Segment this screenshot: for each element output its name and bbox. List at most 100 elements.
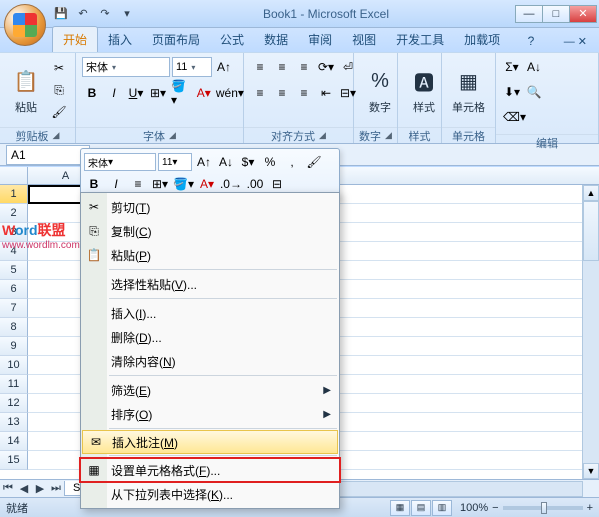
next-sheet-icon[interactable]: ▶ (32, 481, 48, 497)
font-size-combo[interactable]: 11▾ (172, 57, 212, 77)
mini-bold-icon[interactable]: B (84, 174, 104, 194)
tab-insert[interactable]: 插入 (98, 27, 142, 52)
bold-button[interactable]: B (82, 83, 102, 103)
mini-size-combo[interactable]: 11 ▾ (158, 153, 192, 171)
align-top-icon[interactable]: ≡ (250, 57, 270, 77)
font-name-combo[interactable]: 宋体▾ (82, 57, 170, 77)
zoom-thumb[interactable] (541, 502, 547, 514)
underline-button[interactable]: U▾ (126, 83, 146, 103)
menu-item[interactable]: 插入(I)... (81, 301, 339, 325)
first-sheet-icon[interactable]: ⏮ (0, 481, 16, 497)
tab-pagelayout[interactable]: 页面布局 (142, 27, 210, 52)
mini-decdec-icon[interactable]: .0→ (219, 174, 243, 194)
tab-developer[interactable]: 开发工具 (386, 27, 454, 52)
row-header[interactable]: 5 (0, 261, 28, 280)
mini-fontcolor-icon[interactable]: A▾ (197, 174, 217, 194)
styles-button[interactable]: 🅰样式 (404, 63, 444, 117)
row-header[interactable]: 15 (0, 451, 28, 470)
row-header[interactable]: 10 (0, 356, 28, 375)
help-icon[interactable]: ? (524, 30, 539, 52)
indent-dec-icon[interactable]: ⇤ (316, 83, 336, 103)
menu-item[interactable]: 筛选(E)▶ (81, 378, 339, 402)
zoom-in-icon[interactable]: + (587, 502, 593, 514)
tab-review[interactable]: 审阅 (298, 27, 342, 52)
save-icon[interactable]: 💾 (52, 5, 70, 23)
row-header[interactable]: 11 (0, 375, 28, 394)
mini-grow-icon[interactable]: A↑ (194, 152, 214, 172)
menu-item[interactable]: 清除内容(N) (81, 349, 339, 373)
italic-button[interactable]: I (104, 83, 124, 103)
phonetic-button[interactable]: wén▾ (216, 83, 244, 103)
menu-item[interactable]: 排序(O)▶ (81, 402, 339, 426)
undo-icon[interactable]: ↶ (74, 5, 92, 23)
mini-border-icon[interactable]: ⊞▾ (150, 174, 170, 194)
zoom-slider[interactable] (503, 506, 583, 510)
row-header[interactable]: 7 (0, 299, 28, 318)
select-all-corner[interactable] (0, 167, 28, 184)
menu-item[interactable]: 从下拉列表中选择(K)... (81, 482, 339, 506)
tab-formulas[interactable]: 公式 (210, 27, 254, 52)
fill-color-button[interactable]: 🪣▾ (170, 83, 192, 103)
cells-button[interactable]: ▦单元格 (448, 63, 489, 117)
menu-item[interactable]: 选择性粘贴(V)... (81, 272, 339, 296)
scroll-thumb[interactable] (583, 201, 599, 261)
minimize-button[interactable]: — (515, 5, 543, 23)
scroll-down-icon[interactable]: ▼ (583, 463, 599, 479)
qat-dropdown-icon[interactable]: ▾ (118, 5, 136, 23)
row-header[interactable]: 6 (0, 280, 28, 299)
sort-filter-icon[interactable]: A↓ (524, 57, 544, 77)
copy-icon[interactable]: ⎘ (49, 80, 69, 100)
font-dialog-icon[interactable]: ◢ (169, 130, 176, 141)
number-format-button[interactable]: %数字 (360, 63, 400, 117)
page-break-icon[interactable]: ▥ (432, 500, 452, 516)
menu-item[interactable]: 删除(D)... (81, 325, 339, 349)
name-box[interactable]: A1▾ (6, 145, 90, 165)
maximize-button[interactable]: □ (542, 5, 570, 23)
tab-view[interactable]: 视图 (342, 27, 386, 52)
menu-item[interactable]: ▦设置单元格格式(F)... (81, 458, 339, 482)
format-painter-icon[interactable]: 🖌 (49, 102, 69, 122)
mini-font-combo[interactable]: 宋体 ▾ (84, 153, 156, 171)
office-button[interactable] (4, 4, 46, 46)
mini-shrink-icon[interactable]: A↓ (216, 152, 236, 172)
orientation-icon[interactable]: ⟳▾ (316, 57, 336, 77)
ribbon-min-close[interactable]: — ✕ (560, 31, 591, 52)
row-header[interactable]: 13 (0, 413, 28, 432)
menu-item[interactable]: ✂剪切(T) (81, 195, 339, 219)
mini-merge-icon[interactable]: ⊟ (267, 174, 287, 194)
vertical-scrollbar[interactable]: ▲ ▼ (582, 185, 599, 479)
align-middle-icon[interactable]: ≡ (272, 57, 292, 77)
redo-icon[interactable]: ↷ (96, 5, 114, 23)
mini-comma-icon[interactable]: , (282, 152, 302, 172)
mini-decinc-icon[interactable]: .00 (245, 174, 265, 194)
align-bottom-icon[interactable]: ≡ (294, 57, 314, 77)
menu-item[interactable]: ⎘复制(C) (81, 219, 339, 243)
row-header[interactable]: 8 (0, 318, 28, 337)
clipboard-dialog-icon[interactable]: ◢ (53, 130, 60, 141)
align-left-icon[interactable]: ≡ (250, 83, 270, 103)
align-center-icon[interactable]: ≡ (272, 83, 292, 103)
mini-painter-icon[interactable]: 🖌 (304, 152, 324, 172)
mini-accounting-icon[interactable]: $▾ (238, 152, 258, 172)
fill-icon[interactable]: ⬇▾ (502, 82, 522, 102)
number-dialog-icon[interactable]: ◢ (385, 130, 392, 141)
row-header[interactable]: 9 (0, 337, 28, 356)
scroll-up-icon[interactable]: ▲ (583, 185, 599, 201)
menu-item[interactable]: 📋粘贴(P) (81, 243, 339, 267)
prev-sheet-icon[interactable]: ◀ (16, 481, 32, 497)
find-icon[interactable]: 🔍 (524, 82, 544, 102)
zoom-out-icon[interactable]: − (492, 502, 498, 514)
mini-percent-icon[interactable]: % (260, 152, 280, 172)
tab-data[interactable]: 数据 (254, 27, 298, 52)
font-color-button[interactable]: A▾ (194, 83, 214, 103)
tab-addins[interactable]: 加载项 (454, 27, 510, 52)
close-button[interactable]: ✕ (569, 5, 597, 23)
mini-fill-icon[interactable]: 🪣▾ (172, 174, 195, 194)
alignment-dialog-icon[interactable]: ◢ (319, 130, 326, 141)
row-header[interactable]: 14 (0, 432, 28, 451)
normal-view-icon[interactable]: ▦ (390, 500, 410, 516)
mini-center-icon[interactable]: ≡ (128, 174, 148, 194)
tab-home[interactable]: 开始 (52, 26, 98, 52)
mini-italic-icon[interactable]: I (106, 174, 126, 194)
row-header[interactable]: 1 (0, 185, 28, 204)
